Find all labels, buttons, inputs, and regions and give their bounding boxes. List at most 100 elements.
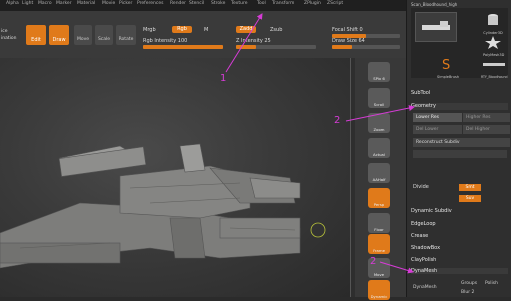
rotate-label: Rotate: [118, 37, 134, 42]
move-button[interactable]: Move: [74, 25, 92, 45]
subtool-menu[interactable]: SubTool: [411, 90, 508, 98]
dynamic-subdiv-menu[interactable]: Dynamic Subdiv: [411, 208, 508, 214]
frame-label: Frame: [373, 248, 385, 253]
floor-label: Floor: [374, 227, 384, 232]
menu-macro[interactable]: Macro: [38, 1, 52, 6]
del-lower-button[interactable]: Del Lower: [413, 125, 462, 134]
higher-res-button[interactable]: Higher Res: [463, 113, 510, 122]
zoom-button[interactable]: Zoom: [368, 113, 390, 133]
draw-size-slider[interactable]: [332, 45, 400, 49]
rotate-button[interactable]: Rotate: [116, 25, 136, 45]
dynamesh-menu[interactable]: DynaMesh: [411, 268, 508, 274]
geometry-menu[interactable]: Geometry: [411, 103, 508, 110]
divide-label: Divide: [413, 184, 429, 190]
menu-transform[interactable]: Transform: [272, 1, 294, 6]
scale-button[interactable]: Scale: [95, 25, 113, 45]
floor-button[interactable]: Floor: [368, 213, 390, 233]
polish-toggle[interactable]: Polish: [485, 281, 498, 286]
menu-texture[interactable]: Texture: [231, 1, 247, 6]
draw-button[interactable]: Draw: [49, 25, 69, 45]
brush-s-icon: S: [442, 58, 450, 73]
menu-render[interactable]: Render: [170, 1, 186, 6]
zadd-label: Zadd: [239, 26, 253, 32]
edit-button[interactable]: Edit: [26, 25, 46, 45]
menu-marker[interactable]: Marker: [56, 1, 72, 6]
groups-toggle[interactable]: Groups: [461, 281, 477, 286]
polymesh-thumb[interactable]: PolyMesh3D: [483, 34, 504, 57]
focal-shift-label: Focal Shift 0: [332, 27, 363, 33]
zadd-button[interactable]: Zadd: [236, 26, 256, 33]
brush-cursor: [310, 222, 326, 238]
move-label: Move: [76, 37, 90, 42]
z-intensity-slider[interactable]: [236, 45, 316, 49]
blur-slider[interactable]: Blur 2: [461, 290, 474, 295]
cylinder-thumb[interactable]: Cylinder3D: [483, 12, 503, 35]
blur-label: Blur 2: [461, 290, 475, 295]
rgb-button[interactable]: Rgb: [172, 26, 192, 33]
menu-zplugin[interactable]: ZPlugin: [304, 1, 321, 6]
zsub-label[interactable]: Zsub: [270, 27, 282, 33]
menu-zscript[interactable]: ZScript: [327, 1, 343, 6]
claypolish-label: ClayPolish: [411, 257, 437, 263]
menu-material[interactable]: Material: [77, 1, 95, 6]
crease-menu[interactable]: Crease: [411, 233, 508, 239]
menu-alpha[interactable]: Alpha: [6, 1, 19, 6]
persp-button[interactable]: Persp: [368, 188, 390, 208]
cylinder-icon: [488, 14, 498, 25]
simplebrush-thumb[interactable]: S SimpleBrush: [437, 56, 459, 79]
spix-button[interactable]: SPix 6: [368, 62, 390, 82]
del-higher-button[interactable]: Del Higher: [463, 125, 510, 134]
dynamesh2-label: DynaMesh: [413, 285, 437, 290]
shadowbox-menu[interactable]: ShadowBox: [411, 245, 508, 251]
canvas-viewport[interactable]: [0, 58, 350, 297]
suv-toggle[interactable]: Suv: [459, 195, 481, 202]
menu-preferences[interactable]: Preferences: [137, 1, 163, 6]
reconstruct-label: Reconstruct Subdiv: [416, 140, 460, 145]
actual-button[interactable]: Actual: [368, 138, 390, 158]
aahalf-button[interactable]: AAHalf: [368, 163, 390, 183]
z-intensity-label: Z Intensity 25: [236, 38, 271, 44]
m-label[interactable]: M: [204, 27, 208, 33]
edgeloop-menu[interactable]: EdgeLoop: [411, 221, 508, 227]
bloodhound-label: RTY_Bloodhound: [481, 75, 508, 79]
dynamic-subdiv-label: Dynamic Subdiv: [411, 208, 452, 214]
persp-label: Persp: [373, 202, 385, 207]
menu-light[interactable]: Light: [22, 1, 33, 6]
menu-picker[interactable]: Picker: [119, 1, 132, 6]
claypolish-menu[interactable]: ClayPolish: [411, 257, 508, 263]
aahalf-label: AAHalf: [372, 177, 386, 182]
menu-stencil[interactable]: Stencil: [189, 1, 204, 6]
left-partial-label: ice: [1, 29, 8, 34]
reconstruct-subdiv-button[interactable]: Reconstruct Subdiv: [413, 138, 510, 147]
right-shelf: SPix 6 Scroll Zoom Actual AAHalf Persp F…: [355, 58, 406, 300]
suv-label: Suv: [465, 196, 475, 201]
bloodhound-thumb[interactable]: RTY_Bloodhound: [481, 56, 508, 79]
frame-button[interactable]: Frame: [368, 234, 390, 254]
mrgb-label[interactable]: Mrgb: [143, 27, 156, 33]
menu-movie[interactable]: Movie: [102, 1, 115, 6]
draw-size-label: Draw Size 64: [332, 38, 365, 44]
gun-small-icon: [483, 63, 505, 66]
edgeloop-label: EdgeLoop: [411, 221, 436, 227]
dynamesh-label: DynaMesh: [411, 268, 438, 274]
move-shelf-label: Move: [373, 272, 385, 277]
crease-label: Crease: [411, 233, 429, 239]
menu-stroke[interactable]: Stroke: [211, 1, 225, 6]
callout-2: 2: [334, 115, 341, 126]
scroll-label: Scroll: [373, 102, 385, 107]
subtool-label: SubTool: [411, 90, 431, 96]
divide-button[interactable]: Divide: [413, 184, 453, 193]
smt-toggle[interactable]: Smt: [459, 184, 481, 191]
menu-tool[interactable]: Tool: [257, 1, 266, 6]
rgb-intensity-label: Rgb Intensity 100: [143, 38, 188, 44]
dynamic-button[interactable]: Dynamic: [368, 280, 390, 300]
callout-1: 1: [220, 73, 227, 84]
scroll-button[interactable]: Scroll: [368, 88, 390, 108]
active-tool-thumb[interactable]: [415, 12, 457, 42]
dynamesh-button[interactable]: DynaMesh: [413, 285, 437, 290]
rgb-label: Rgb: [177, 26, 187, 32]
lower-res-button[interactable]: Lower Res: [413, 113, 462, 122]
reconstruct-spacer: [413, 150, 507, 158]
rifle-model-render: [0, 143, 326, 269]
rgb-intensity-slider[interactable]: [143, 45, 223, 49]
